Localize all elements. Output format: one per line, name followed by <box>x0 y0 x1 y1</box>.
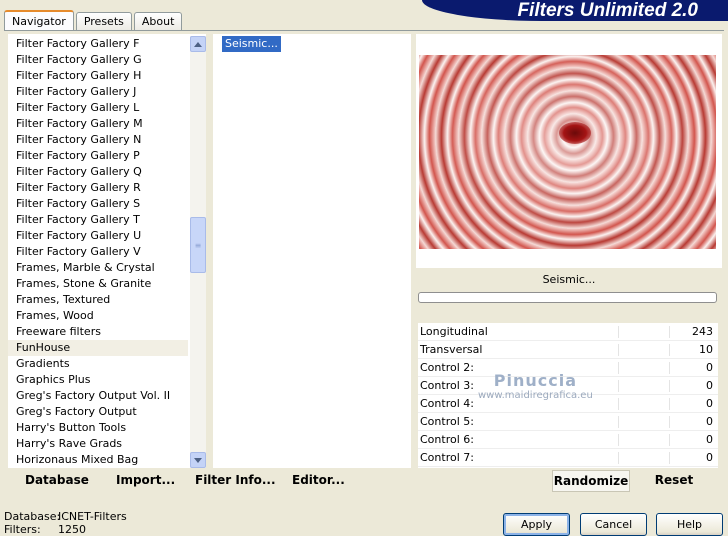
progress-bar <box>418 292 717 303</box>
filter-category-item[interactable]: Frames, Marble & Crystal <box>8 260 188 276</box>
filter-category-item[interactable]: Filter Factory Gallery L <box>8 100 188 116</box>
database-value: ICNET-Filters <box>58 510 127 523</box>
filters-count-label: Filters: <box>4 523 41 536</box>
database-info: Database:ICNET-Filters Filters: 1250 <box>4 510 127 536</box>
filter-category-panel: Filter Factory Gallery F Filter Factory G… <box>8 34 206 468</box>
filter-category-item[interactable]: Filter Factory Gallery Q <box>8 164 188 180</box>
grip-icon: ≡ <box>194 240 202 250</box>
control-value: 0 <box>706 415 713 428</box>
control-label: Control 7: <box>420 451 474 464</box>
filter-category-item[interactable]: Frames, Wood <box>8 308 188 324</box>
filter-category-item[interactable]: Graphics Plus <box>8 372 188 388</box>
filter-category-item[interactable]: Gradients <box>8 356 188 372</box>
preview-image <box>419 55 716 249</box>
filter-category-item[interactable]: Freeware filters <box>8 324 188 340</box>
cancel-button[interactable]: Cancel <box>580 513 647 536</box>
apply-button[interactable]: Apply <box>503 513 570 536</box>
control-sliders: Longitudinal 243 Transversal 10 Control 2: 0 C… <box>418 323 718 468</box>
filters-count-value: 1250 <box>58 523 86 536</box>
control-row[interactable]: Control 4: 0 <box>418 395 718 413</box>
filter-category-item[interactable]: Harry's Button Tools <box>8 420 188 436</box>
help-button[interactable]: Help <box>656 513 723 536</box>
filter-category-item[interactable]: Filter Factory Gallery F <box>8 36 188 52</box>
filter-category-item[interactable]: Filter Factory Gallery N <box>8 132 188 148</box>
control-row[interactable]: Longitudinal 243 <box>418 323 718 341</box>
control-slider-track[interactable] <box>568 434 708 446</box>
filter-category-item[interactable]: Filter Factory Gallery S <box>8 196 188 212</box>
filter-category-list: Filter Factory Gallery F Filter Factory G… <box>8 36 188 468</box>
control-slider-track[interactable] <box>568 416 708 428</box>
tab-bar: Navigator Presets About <box>4 10 184 31</box>
control-value: 243 <box>692 325 713 338</box>
filter-category-item[interactable]: Filter Factory Gallery U <box>8 228 188 244</box>
control-slider-track[interactable] <box>568 326 708 338</box>
control-row[interactable]: Control 5: 0 <box>418 413 718 431</box>
control-row[interactable]: Control 6: 0 <box>418 431 718 449</box>
database-button[interactable]: Database <box>25 473 89 487</box>
chevron-down-icon <box>194 457 202 463</box>
control-value: 0 <box>706 379 713 392</box>
control-label: Longitudinal <box>420 325 488 338</box>
control-value: 0 <box>706 451 713 464</box>
control-label: Control 4: <box>420 397 474 410</box>
chevron-up-icon <box>194 41 202 47</box>
effect-item-seismic[interactable]: Seismic... <box>222 36 281 52</box>
control-slider-track[interactable] <box>568 398 708 410</box>
reset-button[interactable]: Reset <box>646 470 702 492</box>
effect-list-panel: Seismic... <box>213 34 411 468</box>
tab-divider <box>4 30 724 31</box>
scroll-thumb[interactable]: ≡ <box>190 217 206 273</box>
control-slider-track[interactable] <box>568 362 708 374</box>
filter-category-item[interactable]: Filter Factory Gallery G <box>8 52 188 68</box>
control-label: Control 6: <box>420 433 474 446</box>
control-slider-track[interactable] <box>568 452 708 464</box>
control-value: 10 <box>699 343 713 356</box>
control-label: Control 5: <box>420 415 474 428</box>
filter-info-button[interactable]: Filter Info... <box>195 473 276 487</box>
filter-category-item[interactable]: Filter Factory Gallery J <box>8 84 188 100</box>
control-row[interactable]: Control 3: 0 <box>418 377 718 395</box>
app-title-banner: Filters Unlimited 2.0 <box>422 0 728 21</box>
filter-category-item[interactable]: Frames, Textured <box>8 292 188 308</box>
control-value: 0 <box>706 361 713 374</box>
import-button[interactable]: Import... <box>116 473 175 487</box>
filter-category-item[interactable]: Filter Factory Gallery T <box>8 212 188 228</box>
scroll-down-button[interactable] <box>190 452 206 468</box>
control-rows: Longitudinal 243 Transversal 10 Control 2: 0 C… <box>418 323 718 467</box>
filter-category-item[interactable]: Filter Factory Gallery R <box>8 180 188 196</box>
control-label: Control 2: <box>420 361 474 374</box>
filter-category-item[interactable]: Greg's Factory Output <box>8 404 188 420</box>
filter-category-item[interactable]: Filter Factory Gallery M <box>8 116 188 132</box>
current-effect-name: Seismic... <box>542 273 596 286</box>
randomize-button[interactable]: Randomize <box>552 470 630 492</box>
filter-category-item[interactable]: Filter Factory Gallery P <box>8 148 188 164</box>
control-slider-track[interactable] <box>568 380 708 392</box>
filter-category-item[interactable]: Filter Factory Gallery H <box>8 68 188 84</box>
control-label: Control 3: <box>420 379 474 392</box>
filter-category-item[interactable]: Greg's Factory Output Vol. II <box>8 388 188 404</box>
control-row[interactable]: Transversal 10 <box>418 341 718 359</box>
control-label: Transversal <box>420 343 483 356</box>
filter-category-item[interactable]: Frames, Stone & Granite <box>8 276 188 292</box>
tab-presets[interactable]: Presets <box>75 12 132 30</box>
preview-highlight <box>419 55 716 249</box>
tab-about[interactable]: About <box>133 12 183 30</box>
control-value: 0 <box>706 397 713 410</box>
bottom-toolbar: Database Import... Filter Info... Editor… <box>8 468 411 494</box>
filter-category-item[interactable]: Harry's Rave Grads <box>8 436 188 452</box>
tab-navigator[interactable]: Navigator <box>4 10 74 31</box>
scroll-up-button[interactable] <box>190 36 206 52</box>
filter-list-scrollbar[interactable]: ≡ <box>190 36 206 468</box>
preview-center <box>559 122 591 144</box>
control-row[interactable]: Control 2: 0 <box>418 359 718 377</box>
control-value: 0 <box>706 433 713 446</box>
filter-category-item[interactable]: Filter Factory Gallery V <box>8 244 188 260</box>
filter-category-item[interactable]: FunHouse <box>8 340 188 356</box>
control-row[interactable]: Control 7: 0 <box>418 449 718 467</box>
filter-category-item[interactable]: Horizonaus Mixed Bag <box>8 452 188 468</box>
control-slider-track[interactable] <box>568 344 708 356</box>
preview-panel <box>416 34 722 268</box>
database-label: Database: <box>4 510 61 523</box>
editor-button[interactable]: Editor... <box>292 473 345 487</box>
